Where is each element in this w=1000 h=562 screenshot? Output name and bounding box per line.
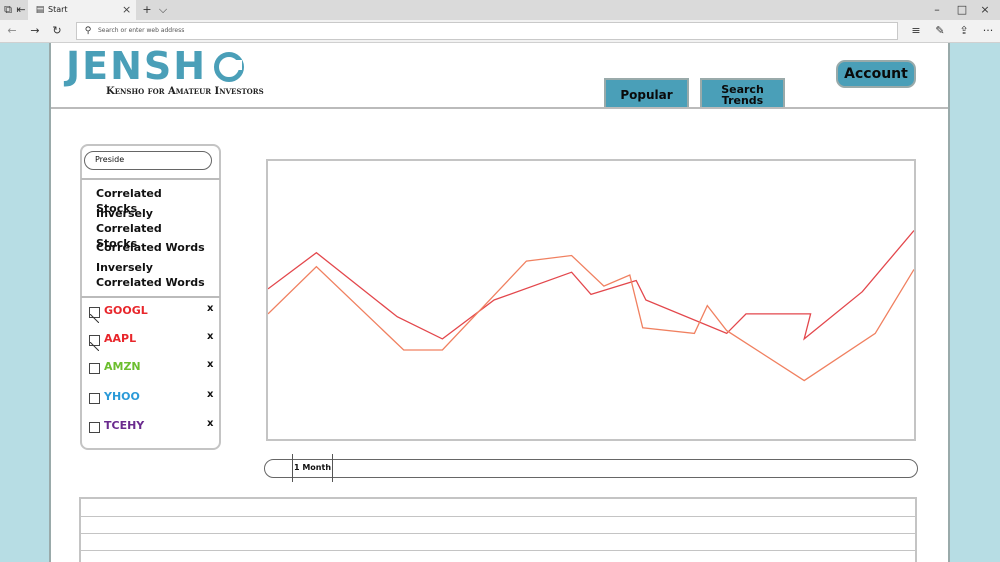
search-input[interactable]: Preside (84, 151, 212, 170)
menu-inversely-correlated-words[interactable]: Inversely Correlated Words (96, 260, 206, 290)
hub-icon[interactable]: ≡ (909, 21, 923, 41)
range-handle[interactable]: 1 Month (292, 454, 333, 482)
tab-close-icon[interactable]: × (122, 0, 131, 20)
left-margin (0, 43, 49, 562)
series-line-2 (267, 254, 915, 382)
right-frame-border (948, 43, 950, 562)
popular-button[interactable]: Popular (604, 78, 689, 109)
new-tab-icon[interactable]: + (141, 0, 153, 20)
ticker-symbol[interactable]: YHOO (104, 390, 140, 403)
ticker-symbol[interactable]: TCEHY (104, 419, 144, 432)
logo-wordmark[interactable]: JENSH (66, 44, 207, 88)
logo-ring-gap (232, 60, 242, 70)
remove-ticker-button[interactable]: x (207, 331, 213, 342)
chart-frame (266, 159, 916, 441)
tab-favicon-icon: ▤ (35, 5, 45, 15)
right-margin (950, 43, 1000, 562)
ticker-checkbox[interactable] (89, 307, 100, 324)
ticker-symbol[interactable]: AMZN (104, 360, 141, 373)
web-note-icon[interactable]: ✎ (933, 21, 947, 41)
search-trends-label: Search Trends (721, 83, 764, 107)
forward-icon[interactable]: → (28, 21, 42, 41)
tab-list-icon[interactable]: ⌵ (157, 0, 169, 20)
search-icon: ⚲ (84, 26, 92, 36)
remove-ticker-button[interactable]: x (207, 359, 213, 370)
ticker-symbol[interactable]: GOOGL (104, 304, 148, 317)
account-button[interactable]: Account (836, 60, 916, 88)
remove-ticker-button[interactable]: x (207, 303, 213, 314)
back-icon[interactable]: ← (5, 21, 19, 41)
table-row (81, 533, 915, 534)
remove-ticker-button[interactable]: x (207, 389, 213, 400)
search-trends-button[interactable]: Search Trends (700, 78, 785, 109)
table-row (81, 550, 915, 551)
share-icon[interactable]: ⇪ (957, 21, 971, 41)
series-line-1 (267, 230, 915, 341)
checkbox-check-icon (89, 341, 100, 352)
address-bar[interactable] (76, 22, 898, 40)
tagline: Kensho for Amateur Investors (106, 86, 264, 97)
ticker-checkbox[interactable] (89, 363, 100, 374)
left-frame-border (49, 43, 51, 562)
ticker-checkbox[interactable] (89, 335, 100, 352)
set-aside-tabs-icon[interactable]: ⇤ (15, 0, 27, 20)
tab-manager-icon[interactable]: ⧉ (2, 0, 14, 20)
window-close-icon[interactable]: × (978, 0, 992, 20)
table-row (81, 516, 915, 517)
checkbox-check-icon (89, 313, 100, 324)
maximize-icon[interactable]: □ (955, 0, 969, 20)
minimize-icon[interactable]: – (930, 0, 944, 20)
tab-title: Start (48, 5, 68, 14)
ticker-checkbox[interactable] (89, 422, 100, 433)
panel-divider (81, 296, 220, 298)
address-placeholder: Search or enter web address (98, 27, 185, 34)
panel-divider (81, 178, 220, 180)
menu-correlated-words[interactable]: Correlated Words (96, 240, 206, 255)
header-divider (51, 107, 948, 109)
correlation-line-chart (267, 230, 915, 382)
time-range-slider[interactable] (264, 459, 918, 478)
ticker-checkbox[interactable] (89, 393, 100, 404)
ticker-symbol[interactable]: AAPL (104, 332, 136, 345)
more-icon[interactable]: ··· (980, 21, 996, 41)
remove-ticker-button[interactable]: x (207, 418, 213, 429)
results-table (79, 497, 917, 562)
refresh-icon[interactable]: ↻ (50, 21, 64, 41)
